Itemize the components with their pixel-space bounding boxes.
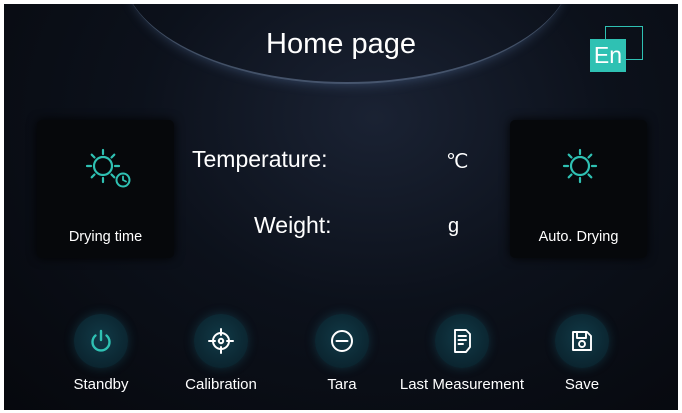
drying-time-tile[interactable]: Drying time [37,120,174,258]
crosshair-icon [208,328,234,354]
document-icon [454,329,471,353]
save-label: Save [564,376,600,393]
page-title: Home page [266,28,416,60]
save-button[interactable] [555,314,609,368]
standby-button[interactable] [74,314,128,368]
sun-clock-icon [85,148,131,188]
calibration-button[interactable] [194,314,248,368]
auto-drying-tile[interactable]: Auto. Drying [510,120,647,258]
auto-drying-label: Auto. Drying [538,229,619,245]
last-measurement-button[interactable] [435,314,489,368]
power-icon [91,329,111,352]
minus-circle-icon [331,330,353,352]
home-screen: Home page En Drying time Auto. Drying Te… [4,4,678,410]
floppy-disk-icon [572,331,592,351]
tara-button[interactable] [315,314,369,368]
language-button[interactable]: En [590,26,650,76]
weight-unit: g [448,215,460,237]
drying-time-label: Drying time [68,229,143,245]
sun-icon [562,148,598,184]
language-label: En [590,39,626,72]
weight-label: Weight: [254,212,332,238]
temperature-label: Temperature: [192,146,328,172]
temperature-unit: ℃ [446,151,469,173]
